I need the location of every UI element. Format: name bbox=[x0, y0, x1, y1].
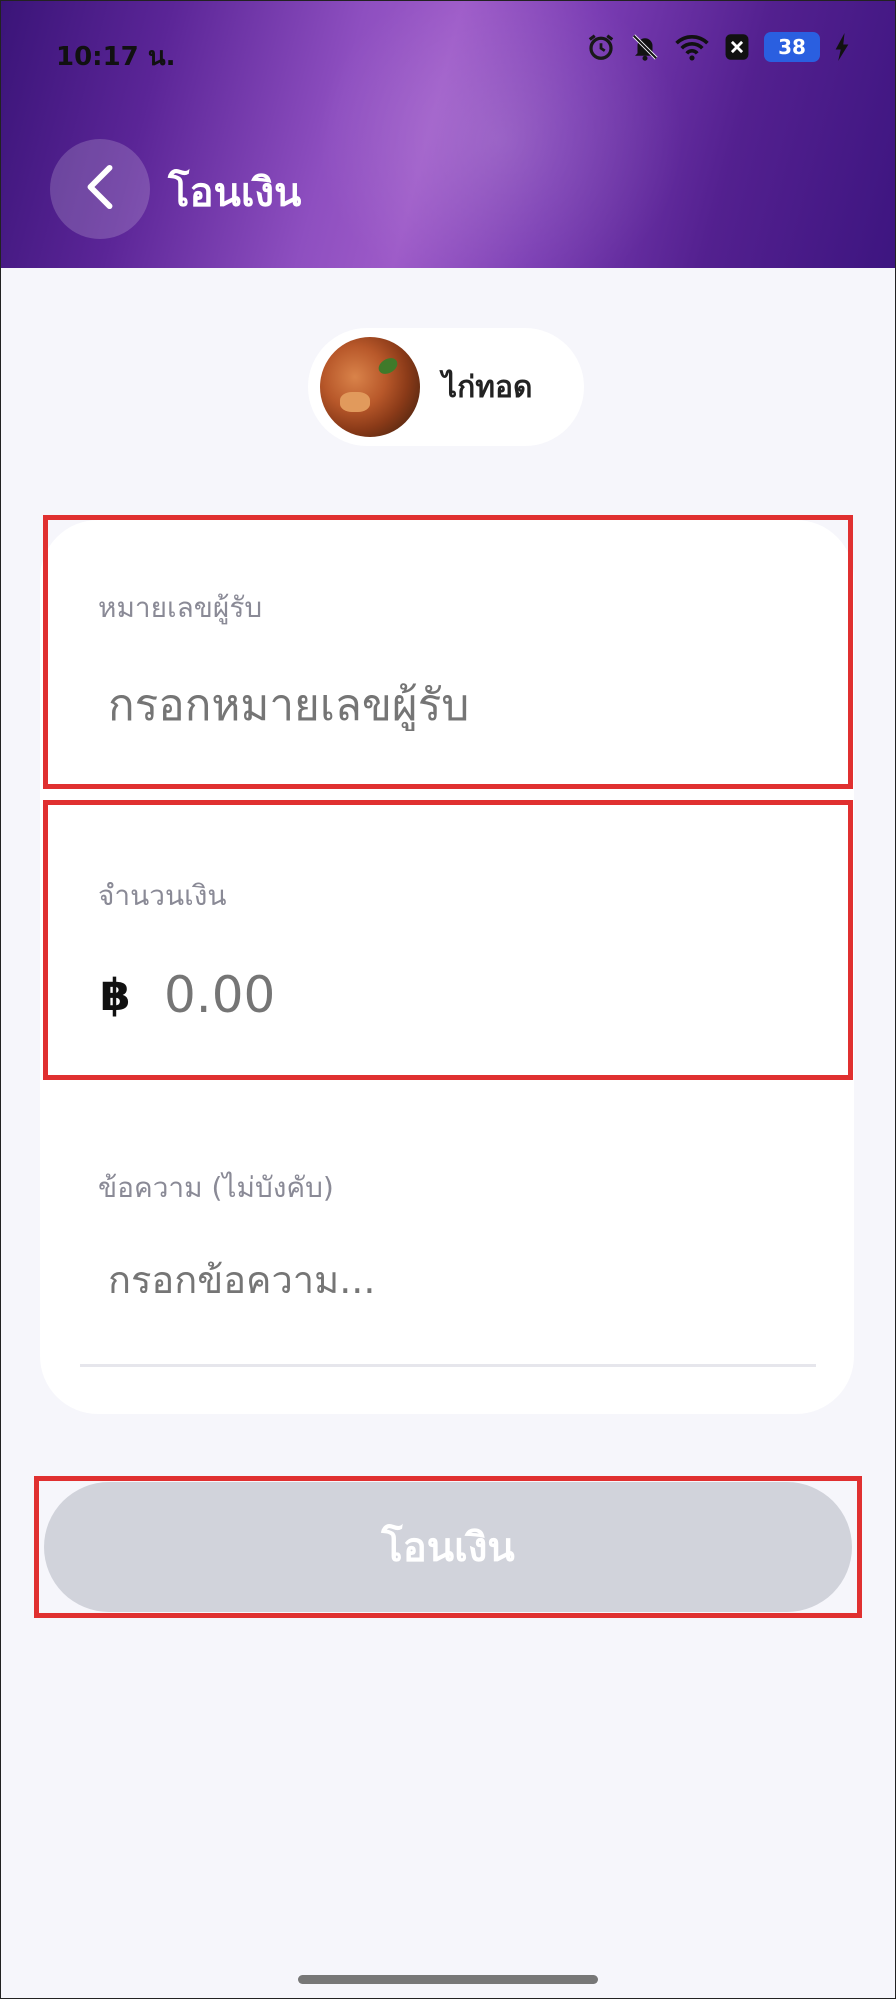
back-button[interactable] bbox=[50, 139, 150, 239]
status-time: 10:17 น. bbox=[56, 42, 176, 72]
page-title: โอนเงิน bbox=[168, 170, 302, 216]
status-bar: 10:17 น. 38 bbox=[0, 0, 896, 110]
message-divider bbox=[80, 1364, 816, 1367]
account-name: ไก่ทอด bbox=[442, 369, 533, 405]
amount-label: จำนวนเงิน bbox=[98, 879, 227, 912]
account-chip[interactable]: ไก่ทอด bbox=[308, 328, 584, 446]
app-header: 10:17 น. 38 โอนเงิน bbox=[0, 0, 896, 268]
battery-icon: 38 bbox=[764, 32, 820, 62]
bell-off-icon bbox=[630, 32, 660, 62]
home-indicator[interactable] bbox=[298, 1975, 598, 1984]
message-input[interactable] bbox=[108, 1258, 808, 1302]
notification-x-icon bbox=[724, 33, 750, 61]
amount-input[interactable] bbox=[164, 966, 804, 1024]
transfer-button[interactable]: โอนเงิน bbox=[44, 1482, 852, 1612]
wifi-icon bbox=[674, 32, 710, 62]
avatar bbox=[320, 337, 420, 437]
alarm-icon bbox=[586, 32, 616, 62]
message-label: ข้อความ (ไม่บังคับ) bbox=[98, 1171, 334, 1204]
recipient-label: หมายเลขผู้รับ bbox=[98, 591, 263, 624]
currency-symbol: ฿ bbox=[100, 970, 131, 1021]
charging-icon bbox=[834, 33, 850, 61]
status-icons: 38 bbox=[586, 32, 850, 62]
recipient-input[interactable] bbox=[108, 680, 808, 731]
chevron-left-icon bbox=[80, 164, 120, 214]
